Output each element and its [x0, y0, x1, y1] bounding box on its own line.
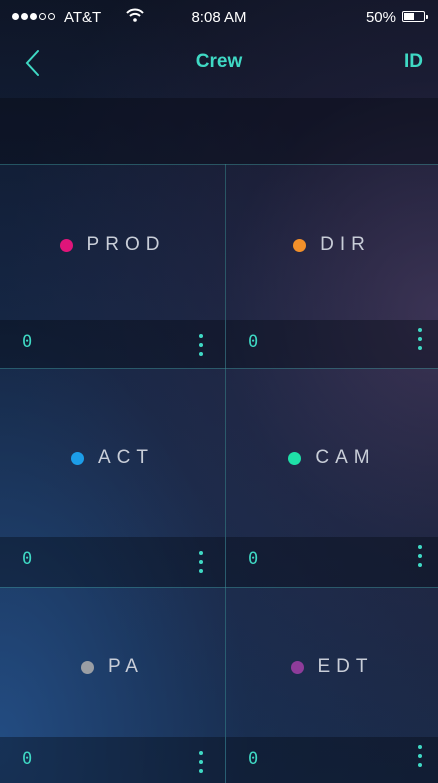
crew-tile-prod[interactable]: PROD 0	[0, 164, 225, 368]
pa-color-dot	[81, 660, 95, 674]
tile-label: DIR	[226, 234, 438, 256]
header-band	[0, 98, 438, 164]
crew-label-dir: DIR	[320, 234, 371, 255]
tile-label: PA	[0, 656, 225, 678]
crew-tile-dir[interactable]: DIR 0	[226, 164, 438, 368]
crew-label-prod: PROD	[86, 234, 166, 255]
crew-tile-act[interactable]: ACT 0	[0, 369, 225, 587]
page-title: Crew	[195, 51, 243, 72]
battery-percent: 50%	[365, 9, 396, 26]
more-vertical-icon[interactable]	[199, 551, 203, 573]
id-button[interactable]: ID	[404, 51, 423, 73]
tile-label: ACT	[0, 447, 225, 469]
tile-footer: 0	[226, 737, 438, 783]
crew-tile-cam[interactable]: CAM 0	[226, 369, 438, 587]
more-vertical-icon[interactable]	[418, 328, 422, 350]
crew-count-cam: 0	[248, 549, 259, 569]
more-vertical-icon[interactable]	[418, 745, 422, 767]
crew-label-pa: PA	[108, 656, 144, 677]
tile-footer: 0	[226, 320, 438, 368]
tile-footer: 0	[0, 737, 225, 783]
crew-tile-pa[interactable]: PA 0	[0, 588, 225, 783]
crew-count-pa: 0	[22, 749, 33, 769]
crew-count-dir: 0	[248, 332, 259, 352]
more-vertical-icon[interactable]	[418, 545, 422, 567]
cam-color-dot	[288, 451, 302, 465]
nav-bar: Crew ID	[0, 36, 438, 92]
act-color-dot	[71, 451, 84, 465]
crew-count-prod: 0	[22, 332, 33, 352]
crew-label-edt: EDT	[317, 656, 374, 677]
tile-footer: 0	[226, 537, 438, 587]
more-vertical-icon[interactable]	[199, 751, 203, 773]
edt-color-dot	[290, 660, 304, 674]
tile-label: PROD	[0, 234, 225, 256]
crew-grid: PROD 0 DIR 0 ACT 0 CAM 0 PA 0 EDT 0	[0, 164, 438, 783]
battery-icon	[402, 11, 428, 22]
tile-label: CAM	[226, 447, 438, 469]
crew-screen: AT&T 8:08 AM 50% Crew ID PROD 0 DIR 0 AC…	[0, 0, 438, 783]
prod-color-dot	[59, 238, 73, 252]
tile-footer: 0	[0, 320, 225, 368]
dir-color-dot	[293, 238, 307, 252]
status-bar: AT&T 8:08 AM 50%	[0, 0, 438, 36]
more-vertical-icon[interactable]	[199, 334, 203, 356]
tile-label: EDT	[226, 656, 438, 678]
crew-tile-edt[interactable]: EDT 0	[226, 588, 438, 783]
tile-footer: 0	[0, 537, 225, 587]
crew-label-act: ACT	[98, 447, 154, 468]
crew-count-act: 0	[22, 549, 33, 569]
crew-count-edt: 0	[248, 749, 259, 769]
crew-label-cam: CAM	[315, 447, 376, 468]
